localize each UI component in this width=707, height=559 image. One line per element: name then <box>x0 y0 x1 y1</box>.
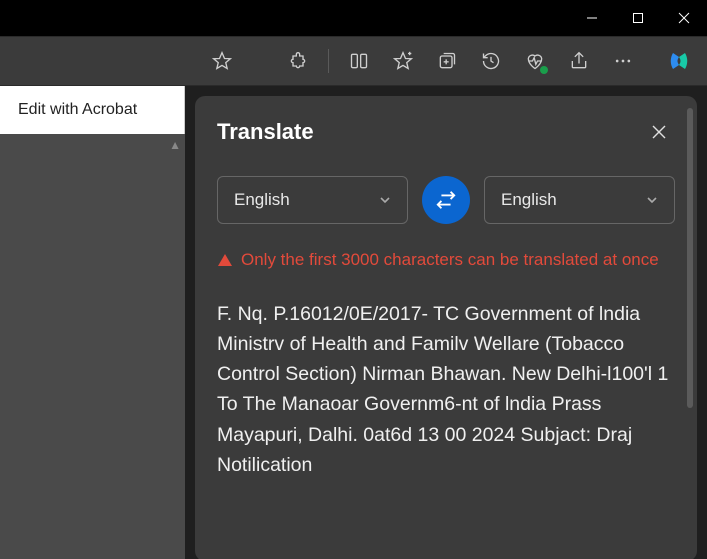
share-icon <box>569 51 589 71</box>
window-titlebar <box>0 0 707 36</box>
favorites-button[interactable] <box>383 41 423 81</box>
window-maximize-button[interactable] <box>615 0 661 36</box>
favorite-button[interactable] <box>202 41 242 81</box>
copilot-icon <box>667 49 691 73</box>
translate-source-text[interactable]: F. Nq. P.16012/0E/2017- TC Government of… <box>217 299 675 480</box>
warning-text: Only the first 3000 characters can be tr… <box>241 248 659 273</box>
window-close-button[interactable] <box>661 0 707 36</box>
edit-with-acrobat-button[interactable]: Edit with Acrobat <box>0 86 185 134</box>
ellipsis-icon <box>613 51 633 71</box>
translate-panel: Translate English English <box>195 96 697 559</box>
history-button[interactable] <box>471 41 511 81</box>
minimize-icon <box>586 12 598 24</box>
source-language-value: English <box>234 190 290 210</box>
panel-title: Translate <box>217 119 314 145</box>
status-dot-icon <box>540 66 548 74</box>
history-icon <box>481 51 501 71</box>
chevron-down-icon <box>646 194 658 206</box>
more-button[interactable] <box>603 41 643 81</box>
scroll-up-icon[interactable]: ▲ <box>169 138 181 152</box>
collections-icon <box>437 51 457 71</box>
collections-button[interactable] <box>427 41 467 81</box>
star-plus-icon <box>393 51 413 71</box>
source-language-select[interactable]: English <box>217 176 408 224</box>
share-button[interactable] <box>559 41 599 81</box>
swap-languages-button[interactable] <box>422 176 470 224</box>
performance-button[interactable] <box>515 41 555 81</box>
swap-icon <box>435 189 457 211</box>
warning-message: Only the first 3000 characters can be tr… <box>217 248 675 273</box>
browser-toolbar <box>0 36 707 86</box>
close-icon <box>678 12 690 24</box>
toolbar-separator <box>328 49 329 73</box>
warning-icon <box>217 252 233 268</box>
close-icon <box>651 124 667 140</box>
maximize-icon <box>632 12 644 24</box>
split-screen-button[interactable] <box>339 41 379 81</box>
copilot-button[interactable] <box>659 41 699 81</box>
target-language-value: English <box>501 190 557 210</box>
star-icon <box>212 51 232 71</box>
puzzle-icon <box>288 51 308 71</box>
split-screen-icon <box>349 51 369 71</box>
extensions-button[interactable] <box>278 41 318 81</box>
left-sidebar: Edit with Acrobat ▲ <box>0 86 185 559</box>
panel-scrollbar[interactable] <box>687 108 693 408</box>
window-minimize-button[interactable] <box>569 0 615 36</box>
chevron-down-icon <box>379 194 391 206</box>
panel-close-button[interactable] <box>643 116 675 148</box>
target-language-select[interactable]: English <box>484 176 675 224</box>
edit-with-acrobat-label: Edit with Acrobat <box>18 101 137 119</box>
